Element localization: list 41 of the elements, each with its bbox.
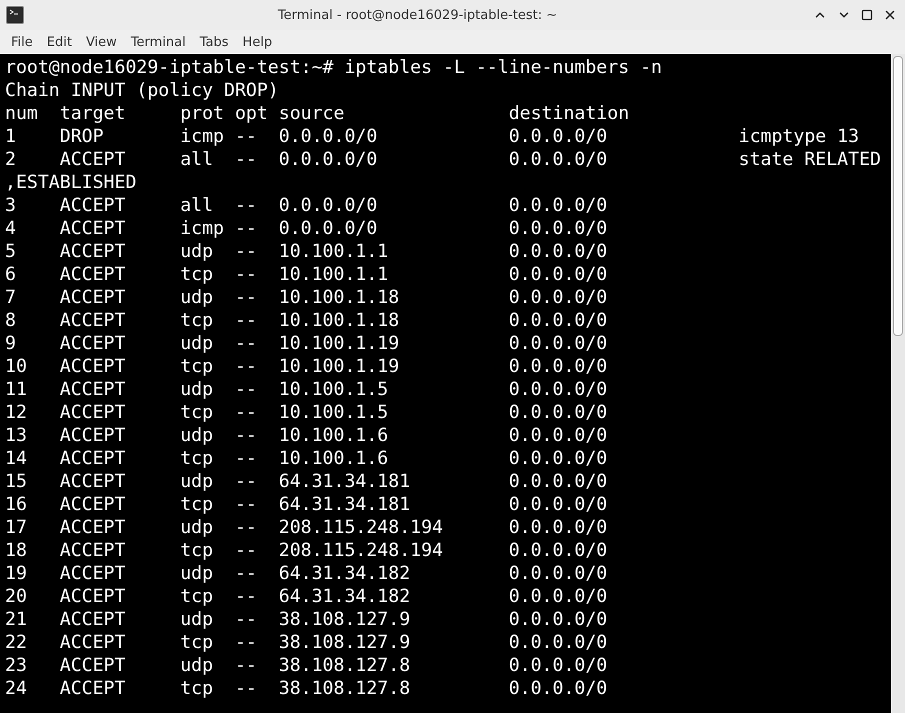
menu-item[interactable]: Tabs <box>192 32 236 52</box>
terminal-line: 21 ACCEPT udp -- 38.108.127.9 0.0.0.0/0 <box>5 608 608 631</box>
terminal-line: 8 ACCEPT tcp -- 10.100.1.18 0.0.0.0/0 <box>5 309 608 332</box>
terminal-line: Chain INPUT (policy DROP) <box>5 79 279 102</box>
terminal-line: 2 ACCEPT all -- 0.0.0.0/0 0.0.0.0/0 state RELATED <box>5 148 881 171</box>
terminal-line: num target prot opt source destination <box>5 102 630 125</box>
terminal-line: 16 ACCEPT tcp -- 64.31.34.181 0.0.0.0/0 <box>5 493 608 516</box>
menu-item[interactable]: File <box>4 32 40 52</box>
close-icon <box>883 8 897 22</box>
menu-item[interactable]: Terminal <box>124 32 193 52</box>
terminal-line: 15 ACCEPT udp -- 64.31.34.181 0.0.0.0/0 <box>5 470 608 493</box>
terminal-line: 23 ACCEPT udp -- 38.108.127.8 0.0.0.0/0 <box>5 654 608 677</box>
terminal-line: 5 ACCEPT udp -- 10.100.1.1 0.0.0.0/0 <box>5 240 608 263</box>
terminal-line: 19 ACCEPT udp -- 64.31.34.182 0.0.0.0/0 <box>5 562 608 585</box>
terminal-line: 6 ACCEPT tcp -- 10.100.1.1 0.0.0.0/0 <box>5 263 608 286</box>
terminal-line: 11 ACCEPT udp -- 10.100.1.5 0.0.0.0/0 <box>5 378 608 401</box>
terminal-icon <box>6 6 24 24</box>
menu-item[interactable]: Edit <box>40 32 79 52</box>
terminal-line: 17 ACCEPT udp -- 208.115.248.194 0.0.0.0/0 <box>5 516 608 539</box>
terminal-line: 1 DROP icmp -- 0.0.0.0/0 0.0.0.0/0 icmptype 13 <box>5 125 860 148</box>
scrollbar-thumb[interactable] <box>893 56 903 336</box>
terminal-line: 4 ACCEPT icmp -- 0.0.0.0/0 0.0.0.0/0 <box>5 217 608 240</box>
terminal-line: 9 ACCEPT udp -- 10.100.1.19 0.0.0.0/0 <box>5 332 608 355</box>
terminal-line: 24 ACCEPT tcp -- 38.108.127.8 0.0.0.0/0 <box>5 677 608 700</box>
terminal-line: 22 ACCEPT tcp -- 38.108.127.9 0.0.0.0/0 <box>5 631 608 654</box>
window-title: Terminal - root@node16029-iptable-test: ~ <box>276 8 558 22</box>
scrollbar[interactable] <box>891 54 905 713</box>
maximize-icon <box>861 9 873 21</box>
terminal-line: 18 ACCEPT tcp -- 208.115.248.194 0.0.0.0/0 <box>5 539 608 562</box>
terminal-line: 7 ACCEPT udp -- 10.100.1.18 0.0.0.0/0 <box>5 286 608 309</box>
terminal-line: root@node16029-iptable-test:~# iptables -L --line-numbers -n <box>5 56 662 79</box>
terminal-line: ,ESTABLISHED <box>5 171 136 194</box>
terminal-line: 12 ACCEPT tcp -- 10.100.1.5 0.0.0.0/0 <box>5 401 608 424</box>
terminal-line: 20 ACCEPT tcp -- 64.31.34.182 0.0.0.0/0 <box>5 585 608 608</box>
terminal-line: 13 ACCEPT udp -- 10.100.1.6 0.0.0.0/0 <box>5 424 608 447</box>
terminal-line: 10 ACCEPT tcp -- 10.100.1.19 0.0.0.0/0 <box>5 355 608 378</box>
maximize-button[interactable] <box>859 7 875 23</box>
terminal-line: 14 ACCEPT tcp -- 10.100.1.6 0.0.0.0/0 <box>5 447 608 470</box>
menu-item[interactable]: Help <box>236 32 280 52</box>
menu-item[interactable]: View <box>78 32 124 52</box>
terminal-line: 3 ACCEPT all -- 0.0.0.0/0 0.0.0.0/0 <box>5 194 608 217</box>
